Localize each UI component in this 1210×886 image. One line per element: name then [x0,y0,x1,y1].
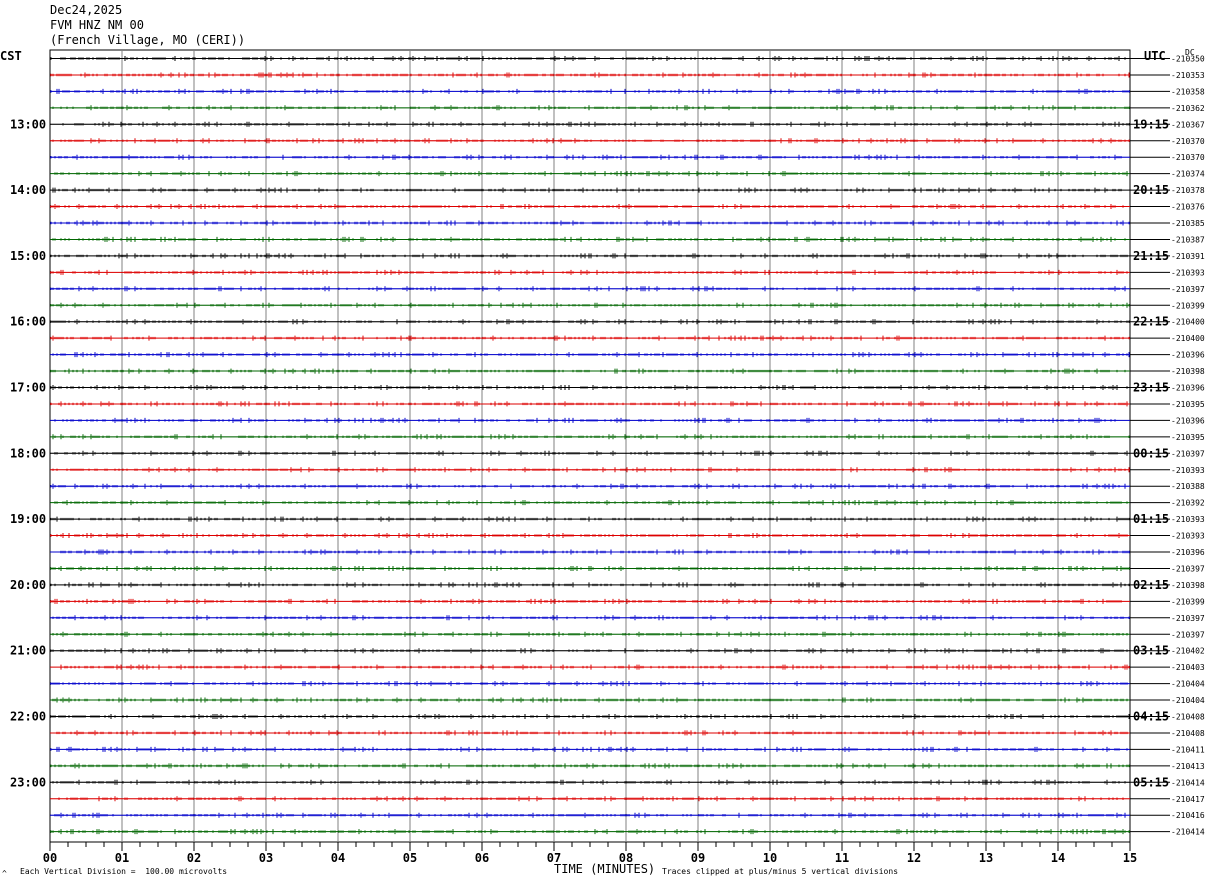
dc-offset-label: -210402 [1171,647,1205,656]
x-tick-label: 02 [187,851,201,865]
dc-offset-label: -210358 [1171,87,1205,96]
left-hour-label: 22:00 [10,710,46,724]
dc-offset-label: -210393 [1171,532,1205,541]
dc-offset-label: -210370 [1171,137,1205,146]
dc-offset-label: -210374 [1171,170,1205,179]
dc-offset-label: -210399 [1171,301,1205,310]
dc-offset-label: -210398 [1171,581,1205,590]
dc-offset-label: -210416 [1171,811,1205,820]
left-hour-label: 18:00 [10,446,46,460]
right-hour-label: 01:15 [1133,512,1169,526]
dc-offset-label: -210400 [1171,334,1205,343]
dc-offset-label: -210393 [1171,268,1205,277]
right-hour-label: 04:15 [1133,710,1169,724]
right-hour-label: 21:15 [1133,249,1169,263]
x-tick-label: 05 [403,851,417,865]
dc-offset-label: -210395 [1171,400,1205,409]
helicorder-plot: -210350 -210353 -210358 -210362 -210367 -2103… [10,49,1205,865]
x-tick-label: 00 [43,851,57,865]
x-tick-label: 13 [979,851,993,865]
x-tick-label: 11 [835,851,849,865]
right-hour-label: 19:15 [1133,117,1169,131]
left-hour-label: 21:00 [10,644,46,658]
dc-offset-label: -210417 [1171,795,1205,804]
dc-offset-label: -210392 [1171,499,1205,508]
dc-offset-label: -210367 [1171,120,1205,129]
x-tick-label: 15 [1123,851,1137,865]
dc-offset-label: -210397 [1171,285,1205,294]
right-hour-label: 03:15 [1133,644,1169,658]
dc-offset-label: -210404 [1171,680,1205,689]
left-hour-label: 17:00 [10,381,46,395]
dc-offset-label: -210370 [1171,153,1205,162]
right-hour-label: 02:15 [1133,578,1169,592]
x-axis-title: TIME (MINUTES) [554,862,656,876]
dc-offset-label: -210414 [1171,778,1205,787]
right-hour-label: 00:15 [1133,446,1169,460]
dc-offset-label: -210396 [1171,548,1205,557]
dc-offset-label: -210378 [1171,186,1205,195]
dc-offset-label: -210399 [1171,597,1205,606]
dc-offset-label: -210397 [1171,449,1205,458]
x-tick-label: 06 [475,851,489,865]
x-tick-label: 04 [331,851,345,865]
right-hour-label: 23:15 [1133,381,1169,395]
left-hour-label: 20:00 [10,578,46,592]
dc-offset-label: -210393 [1171,466,1205,475]
scale-note: Each Vertical Division = 100.00 microvol… [20,867,228,876]
left-hour-label: 19:00 [10,512,46,526]
dc-offset-label: -210403 [1171,663,1205,672]
dc-offset-label: -210393 [1171,515,1205,524]
x-tick-label: 03 [259,851,273,865]
dc-offset-label: -210397 [1171,564,1205,573]
dc-offset-label: -210397 [1171,614,1205,623]
x-tick-label: 09 [691,851,705,865]
right-hour-label: 05:15 [1133,775,1169,789]
dc-offset-label: -210387 [1171,235,1205,244]
dc-offset-label: -210411 [1171,745,1205,754]
x-tick-label: 10 [763,851,777,865]
right-hour-label: 20:15 [1133,183,1169,197]
left-hour-label: 13:00 [10,117,46,131]
dc-offset-label: -210376 [1171,203,1205,212]
dc-offset-label: -210400 [1171,318,1205,327]
dc-offset-label: -210413 [1171,762,1205,771]
x-tick-label: 14 [1051,851,1065,865]
dc-offset-label: -210396 [1171,384,1205,393]
left-hour-label: 16:00 [10,315,46,329]
dc-offset-label: -210397 [1171,630,1205,639]
scale-note-marker: ^ [2,869,7,878]
dc-offset-label: -210398 [1171,367,1205,376]
x-tick-label: 01 [115,851,129,865]
dc-offset-label: -210414 [1171,828,1205,837]
dc-offset-label: -210353 [1171,71,1205,80]
dc-offset-label: -210391 [1171,252,1205,261]
dc-offset-label: -210408 [1171,729,1205,738]
clip-note: Traces clipped at plus/minus 5 vertical … [662,867,899,876]
right-hour-label: 22:15 [1133,315,1169,329]
dc-offset-label: -210395 [1171,433,1205,442]
dc-offset-label: -210408 [1171,713,1205,722]
left-hour-label: 15:00 [10,249,46,263]
dc-offset-label: -210385 [1171,219,1205,228]
left-hour-label: 14:00 [10,183,46,197]
dc-offset-label: -210396 [1171,351,1205,360]
plot-frame [49,49,1131,843]
dc-offset-label: -210350 [1171,55,1205,64]
dc-offset-label: -210362 [1171,104,1205,113]
dc-offset-label: -210396 [1171,416,1205,425]
dc-offset-label: -210404 [1171,696,1205,705]
x-tick-label: 12 [907,851,921,865]
dc-offset-label: -210388 [1171,482,1205,491]
left-hour-label: 23:00 [10,775,46,789]
